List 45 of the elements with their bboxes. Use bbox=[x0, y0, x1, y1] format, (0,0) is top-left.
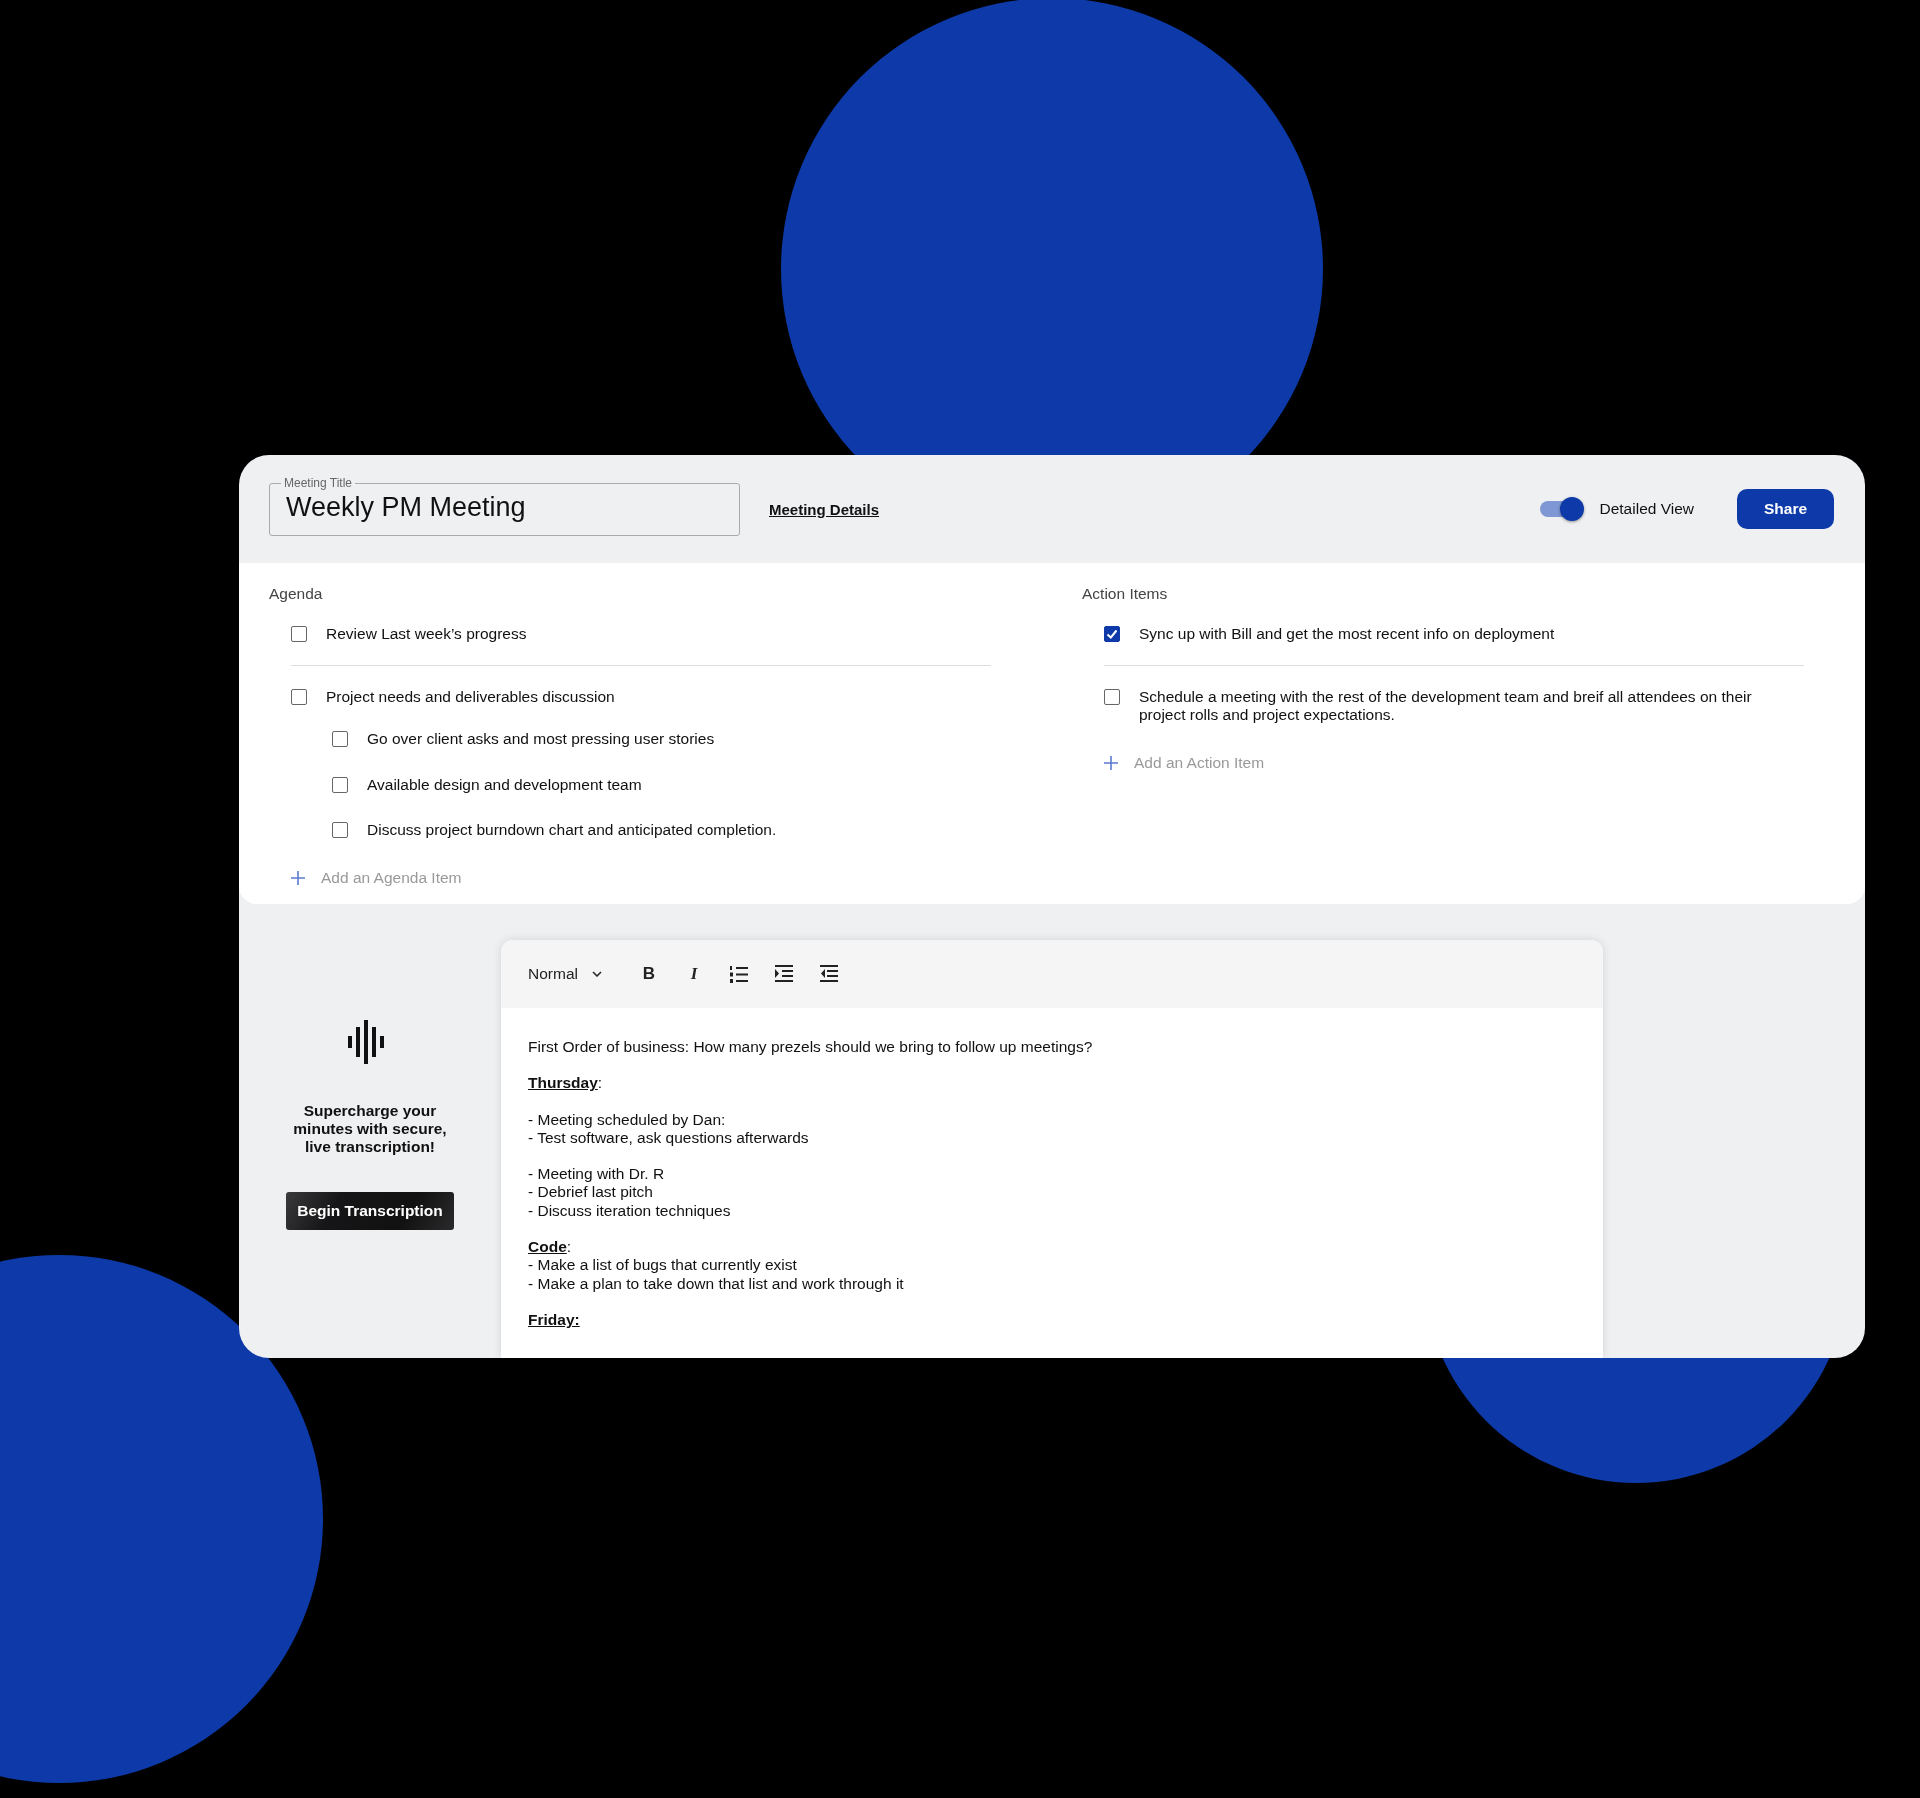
numbered-list-icon bbox=[729, 965, 748, 983]
transcription-message: Supercharge your minutes with secure, live transcription! bbox=[292, 1102, 448, 1156]
meeting-details-link[interactable]: Meeting Details bbox=[769, 500, 880, 518]
checkbox[interactable] bbox=[332, 776, 348, 793]
text-style-dropdown[interactable]: Normal bbox=[528, 965, 602, 983]
bold-button[interactable]: B bbox=[637, 962, 660, 986]
editor-text-line: First Order of business: How many prezels should we bring to follow up meetings? bbox=[528, 1038, 1094, 1057]
editor-text-line: - Meeting with Dr. R bbox=[528, 1165, 666, 1184]
checkbox[interactable] bbox=[1104, 689, 1120, 705]
action-item: Sync up with Bill and get the most recent info on deployment bbox=[1139, 625, 1555, 643]
agenda-item: Project needs and deliverables discussion bbox=[326, 688, 615, 706]
checkbox[interactable] bbox=[332, 822, 348, 838]
agenda-subitem: Discuss project burndown chart and anticipated completion. bbox=[367, 821, 777, 839]
title-input[interactable]: Weekly PM Meeting bbox=[286, 490, 723, 523]
editor-text-line: - Make a list of bugs that currently exist bbox=[528, 1256, 798, 1275]
meeting-title-field[interactable]: Meeting Title Weekly PM Meeting bbox=[269, 476, 740, 536]
section-title: Agenda bbox=[269, 585, 324, 603]
editor-text-line: - Meeting scheduled by Dan: bbox=[528, 1110, 727, 1129]
waveform-icon bbox=[348, 1020, 384, 1064]
indent-icon bbox=[774, 965, 793, 983]
editor-text-line: - Discuss iteration techniques bbox=[528, 1201, 732, 1221]
editor-heading: Thursday: bbox=[528, 1074, 604, 1093]
editor-text-line: - Test software, ask questions afterwards bbox=[528, 1128, 810, 1148]
agenda-subitem: Go over client asks and most pressing user stories bbox=[367, 730, 715, 748]
check-icon bbox=[1105, 627, 1119, 641]
agenda-subitem: Available design and development team bbox=[367, 775, 642, 794]
section-title: Action Items bbox=[1082, 585, 1169, 603]
toggle-label: Detailed View bbox=[1599, 500, 1694, 518]
checkbox[interactable] bbox=[291, 626, 307, 642]
italic-button[interactable]: I bbox=[682, 962, 705, 986]
editor-text-line: - Debrief last pitch bbox=[528, 1183, 654, 1202]
editor-text-line: - Make a plan to take down that list and work through it bbox=[528, 1274, 905, 1293]
action-item: Schedule a meeting with the rest of the development team and breif all attendees on their project rolls and project expectations. bbox=[1139, 688, 1753, 724]
checkbox[interactable] bbox=[291, 689, 307, 705]
editor-heading: Code: bbox=[528, 1238, 573, 1257]
chevron-down-icon bbox=[591, 971, 602, 977]
share-button[interactable]: Share bbox=[1737, 489, 1834, 529]
checkbox[interactable] bbox=[332, 731, 348, 747]
plus-icon bbox=[291, 871, 305, 885]
plus-icon bbox=[1104, 756, 1118, 770]
checkbox[interactable] bbox=[1104, 626, 1120, 642]
agenda-item: Review Last week’s progress bbox=[326, 625, 527, 643]
begin-transcription-button[interactable]: Begin Transcription bbox=[286, 1192, 454, 1230]
outdent-icon bbox=[819, 965, 838, 983]
editor-heading: Friday: bbox=[528, 1310, 581, 1330]
